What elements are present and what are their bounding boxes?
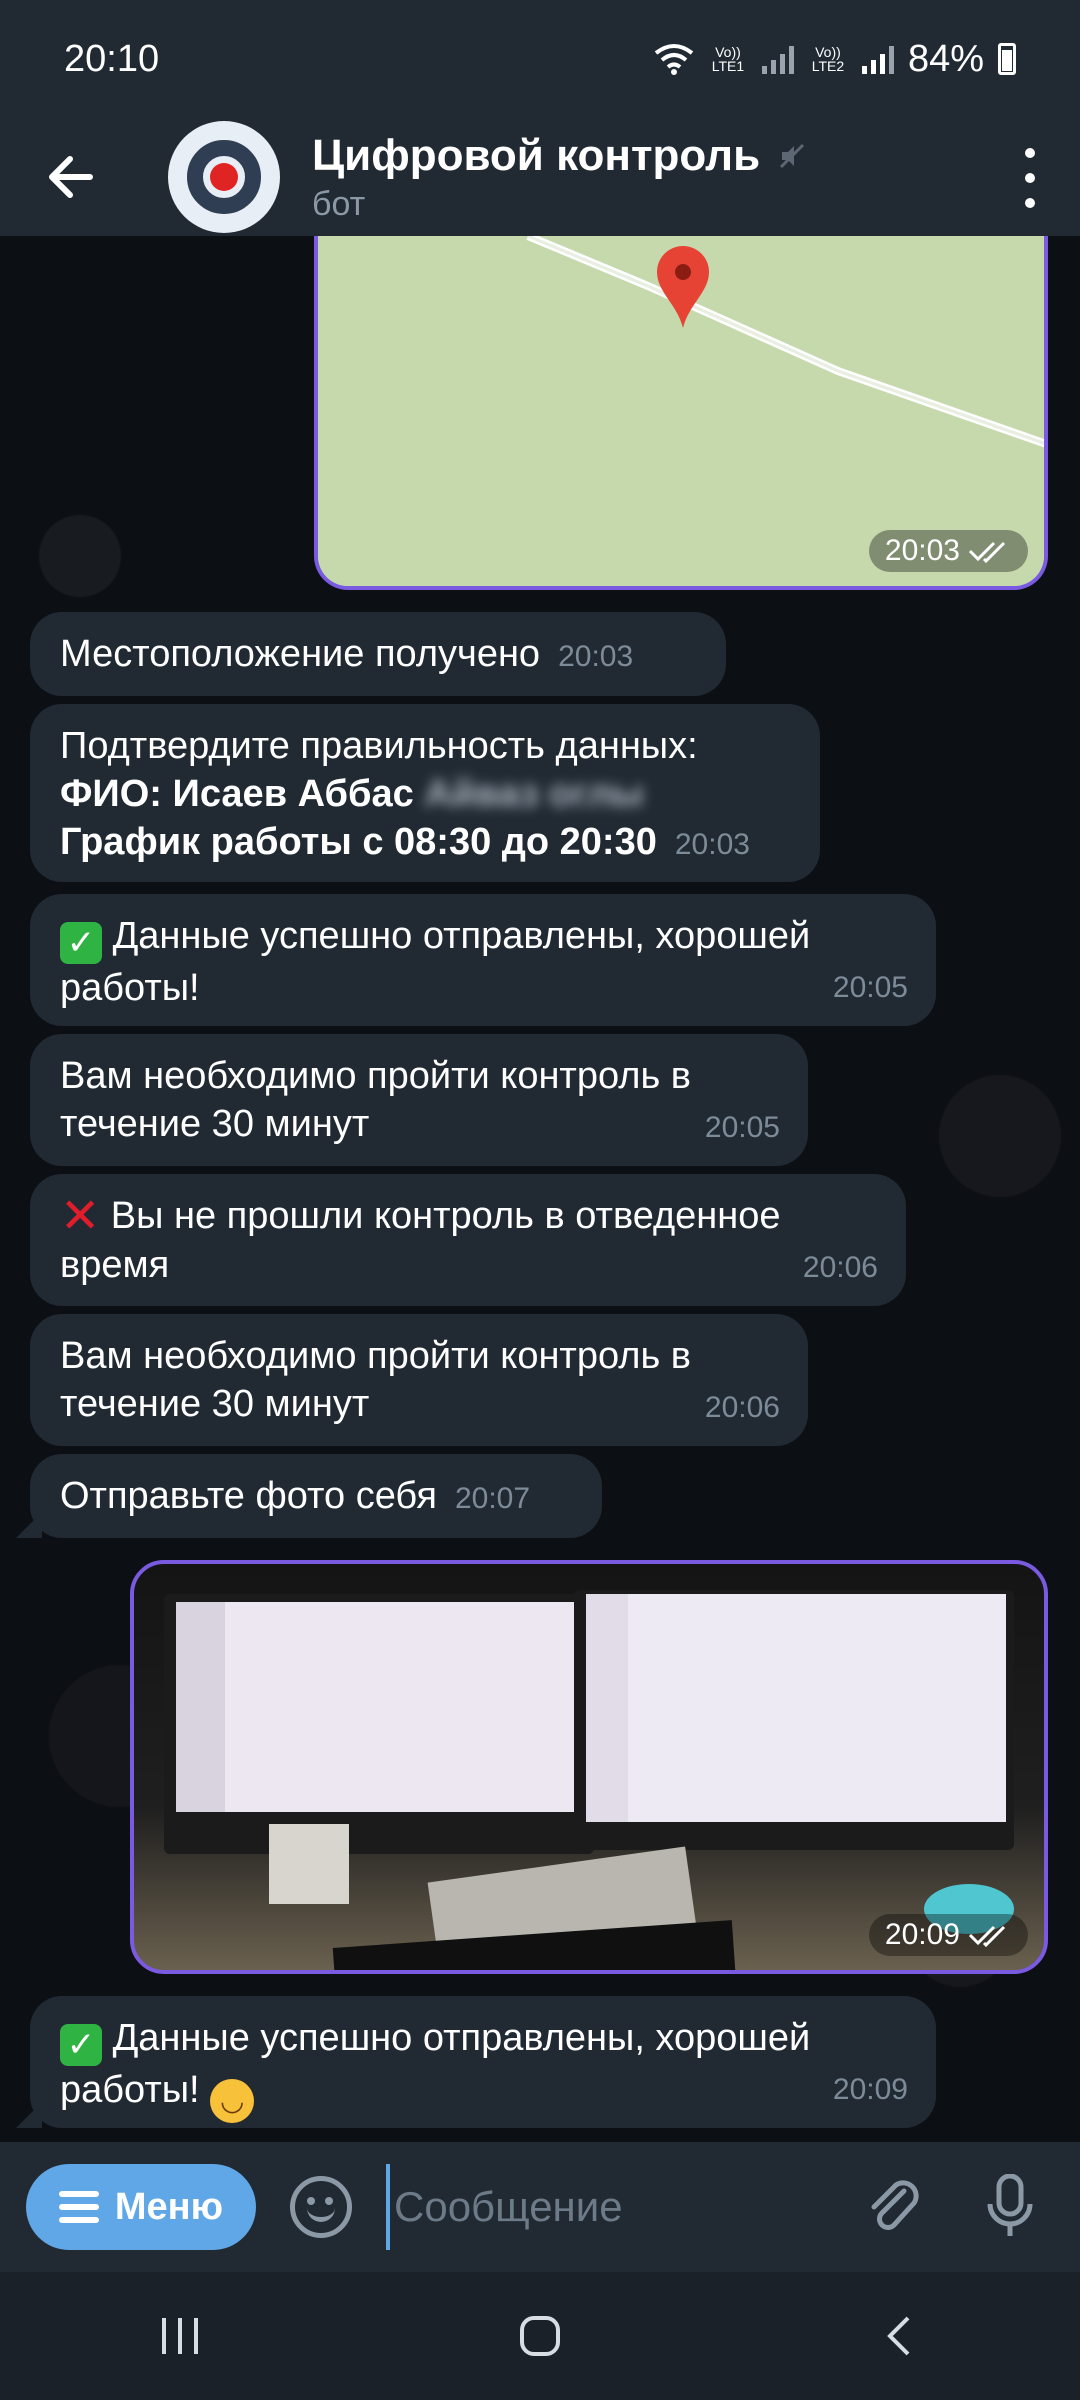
wifi-icon xyxy=(654,44,694,75)
message-fio: ФИО: Исаев Аббас Айваз оглы xyxy=(60,770,790,818)
message-text: Отправьте фото себя xyxy=(60,1475,437,1517)
incoming-message[interactable]: ✓ Данные успешно отправлены, хорошей раб… xyxy=(30,1996,936,2128)
battery-percent: 84% xyxy=(907,37,984,80)
double-check-icon xyxy=(968,541,1006,563)
message-time: 20:05 xyxy=(704,1111,780,1144)
message-text-line1: Подтвердите правильность данных: xyxy=(60,725,698,767)
fio-label: ФИО: Исаев Аббас xyxy=(60,773,414,815)
photo-time-text: 20:09 xyxy=(884,1918,960,1951)
chat-title: Цифровой контроль xyxy=(312,131,806,181)
message-schedule: График работы с 08:30 до 20:30 20:03 xyxy=(60,818,790,869)
chat-subtitle: бот xyxy=(312,184,366,223)
message-time: 20:03 xyxy=(674,828,750,861)
message-time: 20:09 xyxy=(832,2073,908,2106)
sim1-label: Vo)) LTE1 xyxy=(711,44,745,74)
home-icon[interactable] xyxy=(518,2314,562,2358)
menu-button[interactable]: Меню xyxy=(26,2164,256,2250)
incoming-message[interactable]: ✕ Вы не прошли контроль в отведенное вре… xyxy=(30,1174,906,1306)
message-input-bar: Меню Сообщение xyxy=(0,2142,1080,2272)
sim2-label: Vo)) LTE2 xyxy=(811,44,845,74)
incoming-message[interactable]: Подтвердите правильность данных: ФИО: Ис… xyxy=(30,704,820,882)
cross-mark-emoji: ✕ xyxy=(60,1190,101,1243)
photo-message[interactable]: 20:09 xyxy=(130,1560,1048,1974)
incoming-message[interactable]: ✓ Данные успешно отправлены, хорошей раб… xyxy=(30,894,936,1026)
check-mark-emoji: ✓ xyxy=(60,2024,102,2066)
message-time: 20:06 xyxy=(704,1391,780,1424)
message-text: Местоположение получено xyxy=(60,633,541,675)
photo-image xyxy=(134,1564,1044,1970)
paperclip-icon xyxy=(871,2180,919,2230)
incoming-message[interactable]: Вам необходимо пройти контроль в течение… xyxy=(30,1314,808,1446)
system-nav-bar xyxy=(0,2272,1080,2400)
back-button[interactable] xyxy=(0,118,140,236)
recent-apps-icon[interactable] xyxy=(158,2314,202,2358)
map-time: 20:03 xyxy=(868,530,1028,572)
hamburger-icon xyxy=(58,2191,99,2223)
check-mark-emoji: ✓ xyxy=(60,922,102,964)
map-time-text: 20:03 xyxy=(884,534,960,567)
incoming-message[interactable]: Местоположение получено 20:03 xyxy=(30,612,726,696)
double-check-icon xyxy=(968,1925,1006,1947)
message-text: Вам необходимо пройти контроль в течение… xyxy=(60,1055,702,1145)
smiling-face-emoji: ◡ xyxy=(210,2079,255,2123)
message-text: Вы не прошли контроль в отведенное время xyxy=(60,1195,792,1286)
message-text: Данные успешно отправлены, хорошей работ… xyxy=(60,915,821,1009)
voice-button[interactable] xyxy=(970,2167,1050,2247)
more-vertical-icon[interactable] xyxy=(1010,148,1050,208)
photo-time: 20:09 xyxy=(868,1914,1028,1956)
attach-button[interactable] xyxy=(854,2167,934,2247)
bot-logo xyxy=(187,140,261,214)
muted-icon xyxy=(780,143,805,168)
chat-title-text: Цифровой контроль xyxy=(312,130,761,180)
back-nav-icon[interactable] xyxy=(878,2314,922,2358)
emoji-icon[interactable] xyxy=(290,2176,352,2238)
sim2-signal-icon xyxy=(861,44,894,74)
fio-hidden: Айваз оглы xyxy=(424,773,644,815)
message-time: 20:06 xyxy=(802,1251,878,1284)
message-input[interactable]: Сообщение xyxy=(386,2164,854,2250)
avatar[interactable] xyxy=(168,121,280,233)
message-time: 20:07 xyxy=(454,1482,531,1515)
incoming-message[interactable]: Отправьте фото себя 20:07 xyxy=(30,1454,602,1538)
message-text: Вам необходимо пройти контроль в течение… xyxy=(60,1335,702,1425)
microphone-icon xyxy=(987,2174,1033,2236)
arrow-left-icon xyxy=(49,156,93,198)
chat-header: Цифровой контроль бот xyxy=(0,118,1080,236)
status-icons: Vo)) LTE1 Vo)) LTE2 84% xyxy=(654,38,1016,81)
battery-icon xyxy=(998,43,1016,75)
message-time: 20:05 xyxy=(832,971,908,1004)
menu-button-label: Меню xyxy=(114,2185,224,2228)
status-bar: 20:10 Vo)) LTE1 Vo)) LTE2 84% xyxy=(0,0,1080,118)
map-pin-icon xyxy=(657,246,709,328)
message-text: Данные успешно отправлены, хорошей работ… xyxy=(60,2017,821,2111)
chat-info[interactable]: Цифровой контроль бот xyxy=(312,131,806,224)
sim1-signal-icon xyxy=(761,44,794,74)
incoming-message[interactable]: Вам необходимо пройти контроль в течение… xyxy=(30,1034,808,1166)
message-time: 20:03 xyxy=(558,640,634,673)
status-time: 20:10 xyxy=(64,37,160,80)
location-map-message[interactable]: 20:03 xyxy=(314,236,1048,590)
schedule-text: График работы с 08:30 до 20:30 xyxy=(60,821,657,863)
